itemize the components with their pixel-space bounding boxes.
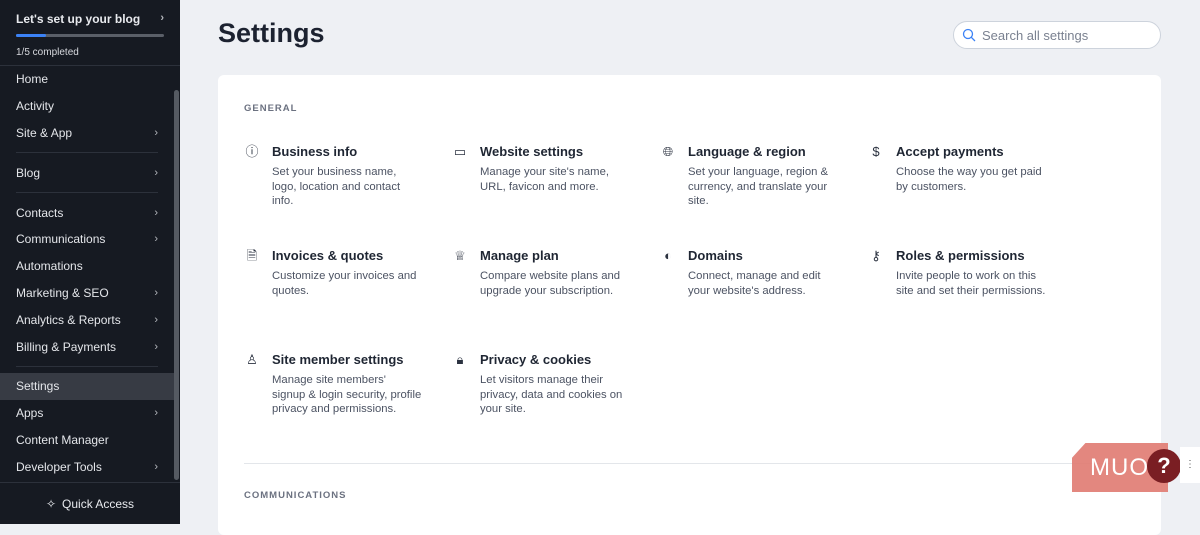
setup-progress[interactable]: Let's set up your blog › 1/5 completed	[0, 0, 180, 66]
sidebar-nav: Home Activity Site & App › Blog › Contacts › Com…	[0, 66, 174, 480]
tile-description: Connect, manage and edit your website's …	[688, 270, 821, 297]
sidebar-item-automations[interactable]: Automations	[0, 253, 174, 280]
tile-title: Roles & permissions	[896, 248, 1025, 263]
sidebar-item-label: Developer Tools	[16, 459, 102, 474]
info-icon: ⓘ	[245, 144, 259, 159]
chevron-right-icon: ›	[154, 313, 158, 326]
tile-title: Manage plan	[480, 248, 559, 263]
sidebar-item-label: Content Manager	[16, 432, 109, 447]
chevron-right-icon: ›	[154, 126, 158, 139]
lock-icon: 🔒︎	[456, 352, 464, 367]
member-icon: ♙	[246, 352, 258, 367]
sidebar-item-content-manager[interactable]: Content Manager	[0, 427, 174, 454]
sidebar-item-analytics-reports[interactable]: Analytics & Reports ›	[0, 306, 174, 333]
sidebar-item-label: Marketing & SEO	[16, 285, 109, 300]
sidebar-item-settings[interactable]: Settings	[0, 372, 174, 400]
search-input[interactable]	[982, 27, 1152, 43]
chevron-right-icon: ›	[154, 233, 158, 246]
sidebar-item-label: Contacts	[16, 205, 64, 220]
sidebar-item-site-app[interactable]: Site & App ›	[0, 120, 174, 147]
nav-divider	[16, 152, 158, 154]
sidebar-item-label: Billing & Payments	[16, 339, 117, 354]
chevron-right-icon: ›	[154, 166, 158, 179]
tile-title: Website settings	[480, 144, 584, 159]
sidebar-item-label: Communications	[16, 232, 106, 247]
sidebar-item-label: Site & App	[16, 125, 73, 140]
setup-title: Let's set up your blog	[16, 12, 141, 26]
sidebar-item-label: Home	[16, 72, 49, 87]
tile-title: Business info	[272, 144, 358, 159]
tile-title: Site member settings	[272, 352, 404, 367]
sidebar-item-developer-tools[interactable]: Developer Tools ›	[0, 453, 174, 480]
page-title: Settings	[218, 18, 325, 48]
sidebar-item-billing-payments[interactable]: Billing & Payments ›	[0, 333, 174, 360]
browser-window-icon: ▭	[453, 144, 467, 159]
sidebar-item-blog[interactable]: Blog ›	[0, 159, 174, 186]
setup-progress-bar	[16, 34, 164, 37]
sidebar-item-label: Blog	[16, 165, 41, 180]
settings-card: GENERAL ⓘ Business info Set your business …	[218, 75, 1161, 535]
search-icon	[962, 28, 976, 42]
nav-divider	[16, 365, 158, 367]
sparkle-icon: ✧	[45, 496, 57, 511]
sidebar-scrollbar[interactable]	[174, 90, 179, 480]
chevron-right-icon: ›	[154, 407, 158, 420]
tile-title: Invoices & quotes	[272, 248, 384, 263]
chevron-right-icon: ›	[154, 340, 158, 353]
chevron-right-icon: ›	[160, 12, 164, 24]
crown-icon: ♕	[454, 248, 466, 263]
chevron-right-icon: ›	[154, 460, 158, 473]
section-general-heading: GENERAL	[244, 103, 298, 114]
search-box[interactable]	[953, 21, 1161, 49]
dollar-icon: $	[872, 144, 880, 159]
tile-description: Manage site members' signup & login secu…	[272, 374, 422, 415]
section-communications-heading: COMMUNICATIONS	[244, 490, 347, 501]
quick-access-label: Quick Access	[62, 496, 135, 511]
user-key-icon: ⚷	[871, 248, 881, 263]
sidebar-item-label: Settings	[16, 379, 60, 394]
tile-description: Invite people to work on this site and s…	[896, 270, 1046, 297]
chevron-right-icon: ›	[154, 206, 158, 219]
sidebar-item-label: Activity	[16, 99, 55, 114]
sidebar: Let's set up your blog › 1/5 completed Ho…	[0, 0, 180, 524]
globe-icon: 🌐︎	[662, 144, 674, 159]
section-divider	[244, 463, 1161, 464]
tile-description: Set your language, region & currency, an…	[688, 166, 829, 207]
sidebar-item-marketing-seo[interactable]: Marketing & SEO ›	[0, 280, 174, 307]
tile-title: Language & region	[688, 144, 806, 159]
domain-globe-icon: ◐	[664, 248, 672, 263]
tile-description: Set your business name, logo, location a…	[272, 166, 401, 207]
more-options-icon[interactable]: ⋮	[1180, 447, 1200, 483]
sidebar-item-label: Automations	[16, 259, 83, 274]
sidebar-item-apps[interactable]: Apps ›	[0, 400, 174, 427]
tile-title: Domains	[688, 248, 743, 263]
tile-description: Choose the way you get paid by customers…	[896, 166, 1042, 193]
tile-title: Accept payments	[896, 144, 1004, 159]
sidebar-item-label: Analytics & Reports	[16, 312, 121, 327]
sidebar-item-contacts[interactable]: Contacts ›	[0, 199, 174, 226]
tile-description: Let visitors manage their privacy, data …	[480, 374, 623, 415]
tile-title: Privacy & cookies	[480, 352, 592, 367]
tile-description: Compare website plans and upgrade your s…	[480, 270, 621, 297]
setup-progress-text: 1/5 completed	[16, 47, 79, 58]
help-button[interactable]: ?	[1147, 449, 1181, 483]
nav-divider	[16, 192, 158, 194]
chevron-right-icon: ›	[154, 286, 158, 299]
tile-description: Customize your invoices and quotes.	[272, 270, 417, 297]
sidebar-item-activity[interactable]: Activity	[0, 93, 174, 120]
invoice-icon: 🗎	[246, 248, 258, 263]
tile-description: Manage your site's name, URL, favicon an…	[480, 166, 609, 193]
quick-access-button[interactable]: ✧ Quick Access	[0, 482, 180, 524]
sidebar-item-communications[interactable]: Communications ›	[0, 226, 174, 253]
sidebar-item-home[interactable]: Home	[0, 66, 174, 93]
sidebar-item-label: Apps	[16, 406, 44, 421]
